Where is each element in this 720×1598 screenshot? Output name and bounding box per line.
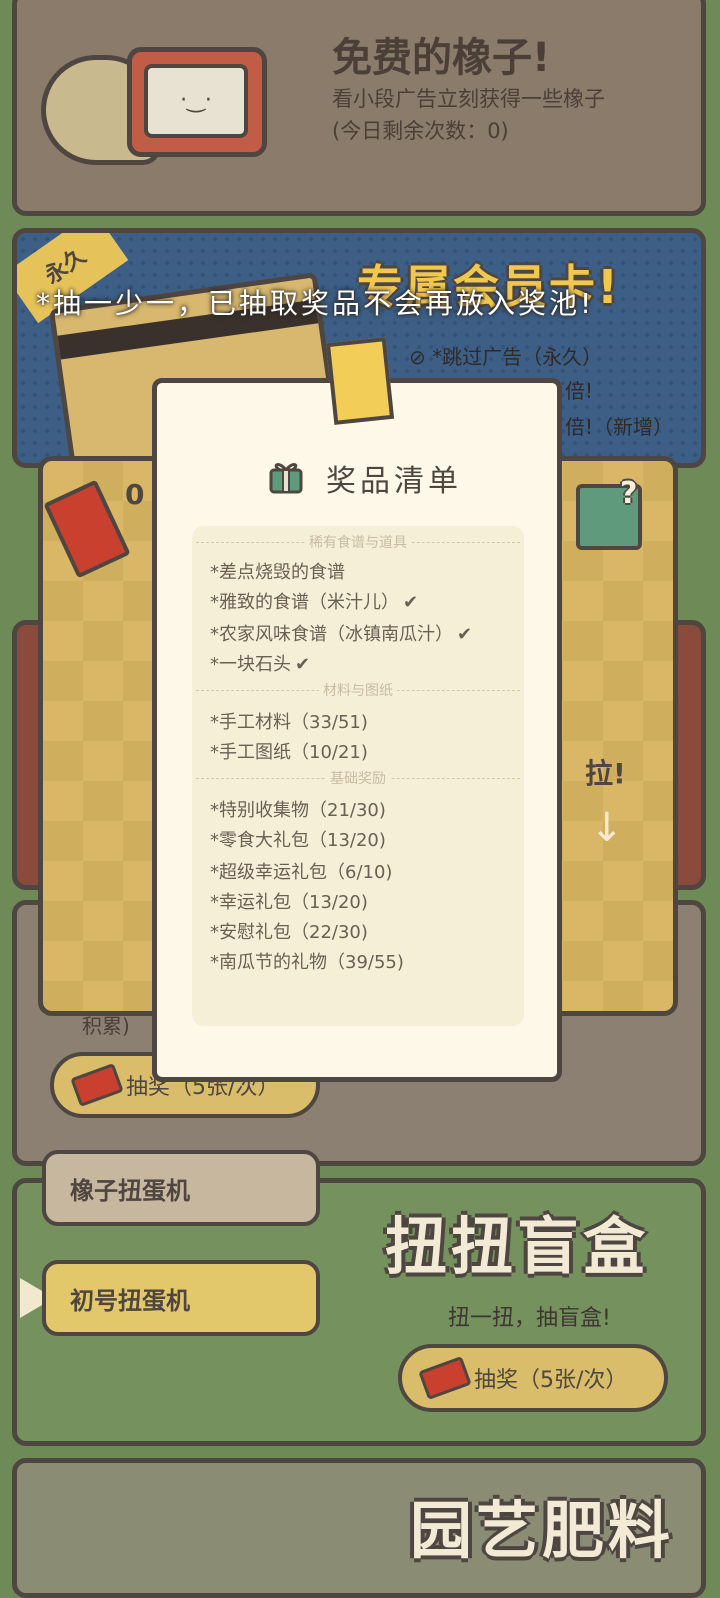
prize-item: *超级幸运礼包（6/10) (210, 862, 393, 883)
check-icon: ✔ (403, 592, 419, 613)
blind-box-draw-label: 抽奖（5张/次） (474, 1368, 628, 1393)
prize-item: *雅致的食谱（米汁儿） ✔ (210, 592, 419, 613)
pull-label: 拉! (585, 757, 626, 790)
prize-item: *一块石头 ✔ (210, 654, 311, 675)
ticket-icon (70, 1063, 124, 1107)
section-heading-basic: 基础奖励 (196, 771, 520, 787)
gift-icon (269, 463, 303, 494)
free-acorns-card[interactable]: ·‿· 免费的橡子! 看小段广告立刻获得一些橡子 (今日剩余次数：0) (12, 0, 706, 216)
tab-acorn-label: 橡子扭蛋机 (70, 1176, 190, 1205)
prize-item: *差点烧毁的食谱 (210, 562, 345, 583)
prize-item: *安慰礼包（22/30) (210, 922, 368, 943)
vip-perk-skip-ads: ⊘ *跳过广告（永久） (409, 345, 603, 369)
prize-item: *幸运礼包（13/20) (210, 892, 368, 913)
ticket-icon (418, 1356, 472, 1400)
ticket-count: 0 (125, 478, 145, 511)
free-acorns-title: 免费的橡子! (332, 35, 551, 81)
blind-box-draw-button[interactable]: 抽奖（5张/次） (398, 1344, 668, 1412)
check-icon: ✔ (295, 654, 311, 675)
free-acorns-subtitle: 看小段广告立刻获得一些橡子 (332, 87, 605, 111)
prize-item: *农家风味食谱（冰镇南瓜汁） ✔ (210, 624, 473, 645)
vip-perk-partial-1: 倍! (565, 379, 594, 403)
notice-text: *抽一少一，已抽取奖品不会再放入奖池! (36, 287, 595, 320)
tab-first-gacha-machine[interactable]: 初号扭蛋机 (42, 1260, 320, 1336)
garden-fertilizer-title: 园艺肥料 (410, 1494, 675, 1567)
vip-perk-partial-2: 倍!（新增） (565, 415, 674, 439)
prize-item: *零食大礼包（13/20) (210, 830, 386, 851)
prize-item: *南瓜节的礼物（39/55) (210, 952, 404, 973)
tv-illustration: ·‿· (127, 47, 267, 157)
tape-icon (325, 337, 395, 425)
tab-acorn-gacha-machine[interactable]: 橡子扭蛋机 (42, 1150, 320, 1226)
pull-arrow-icon[interactable]: ↓ (590, 805, 624, 851)
question-mark-icon: ? (620, 476, 638, 511)
section-heading-rare: 稀有食谱与道具 (196, 535, 520, 551)
tab-first-label: 初号扭蛋机 (70, 1286, 190, 1315)
blind-box-subtitle: 扭一扭，抽盲盒! (448, 1306, 611, 1331)
free-acorns-remaining: (今日剩余次数：0) (332, 119, 509, 143)
section-heading-materials: 材料与图纸 (196, 683, 520, 699)
prize-item: *手工图纸（10/21) (210, 742, 368, 763)
tv-face: ·‿· (144, 64, 248, 138)
prize-item: *特别收集物（21/30) (210, 800, 386, 821)
prize-list-title: 奖品清单 (326, 464, 462, 499)
check-icon: ✔ (457, 624, 473, 645)
blind-box-title: 扭扭盲盒 (385, 1210, 650, 1283)
prize-item: *手工材料（33/51) (210, 712, 368, 733)
